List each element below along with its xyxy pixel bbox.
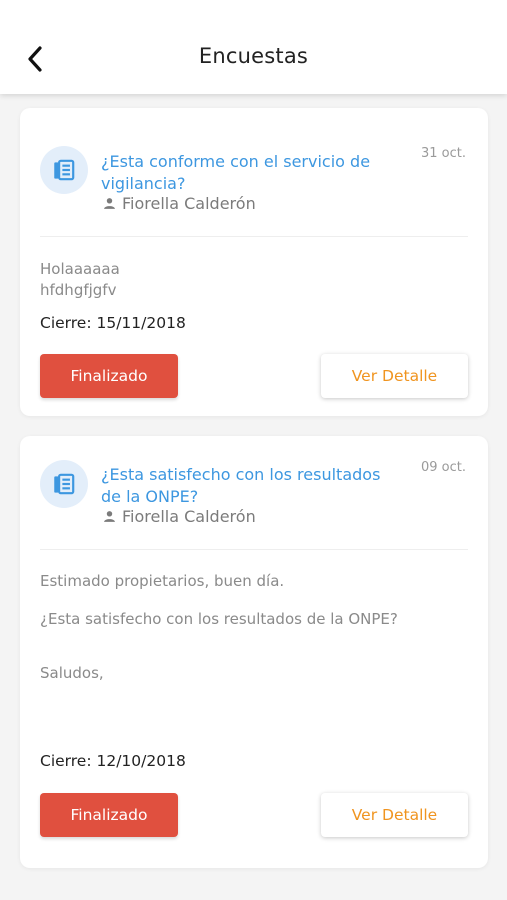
- survey-body-line: ¿Esta satisfecho con los resultados de l…: [40, 610, 398, 628]
- person-icon: [104, 198, 115, 209]
- survey-title[interactable]: ¿Esta satisfecho con los resultados de l…: [101, 464, 401, 508]
- survey-avatar: [40, 146, 88, 194]
- finalizado-button[interactable]: Finalizado: [40, 793, 178, 837]
- survey-body-line: Saludos,: [40, 664, 104, 682]
- survey-card: ¿Esta satisfecho con los resultados de l…: [20, 436, 488, 868]
- survey-author: Fiorella Calderón: [103, 507, 256, 526]
- survey-avatar: [40, 460, 88, 508]
- survey-body-line: Holaaaaaa: [40, 260, 120, 278]
- survey-card: ¿Esta conforme con el servicio de vigila…: [20, 108, 488, 416]
- page-title: Encuestas: [198, 44, 309, 68]
- survey-date: 09 oct.: [420, 460, 466, 475]
- newspaper-icon: [54, 473, 75, 495]
- survey-list[interactable]: ¿Esta conforme con el servicio de vigila…: [0, 94, 507, 900]
- author-name: Fiorella Calderón: [122, 194, 256, 213]
- survey-title[interactable]: ¿Esta conforme con el servicio de vigila…: [101, 151, 401, 195]
- survey-author: Fiorella Calderón: [103, 194, 256, 213]
- app-header: Encuestas: [0, 0, 507, 94]
- ver-detalle-button[interactable]: Ver Detalle: [321, 793, 468, 837]
- author-name: Fiorella Calderón: [122, 507, 256, 526]
- survey-body-line: Estimado propietarios, buen día.: [40, 572, 285, 590]
- divider: [40, 236, 468, 237]
- finalizado-button[interactable]: Finalizado: [40, 354, 178, 398]
- newspaper-icon: [54, 159, 75, 181]
- divider: [40, 549, 468, 550]
- survey-date: 31 oct.: [420, 146, 466, 161]
- ver-detalle-button[interactable]: Ver Detalle: [321, 354, 468, 398]
- survey-close-date: Cierre: 15/11/2018: [40, 314, 186, 332]
- survey-close-date: Cierre: 12/10/2018: [40, 752, 186, 770]
- survey-body-line: hfdhgfjgfv: [40, 281, 117, 299]
- person-icon: [104, 511, 115, 522]
